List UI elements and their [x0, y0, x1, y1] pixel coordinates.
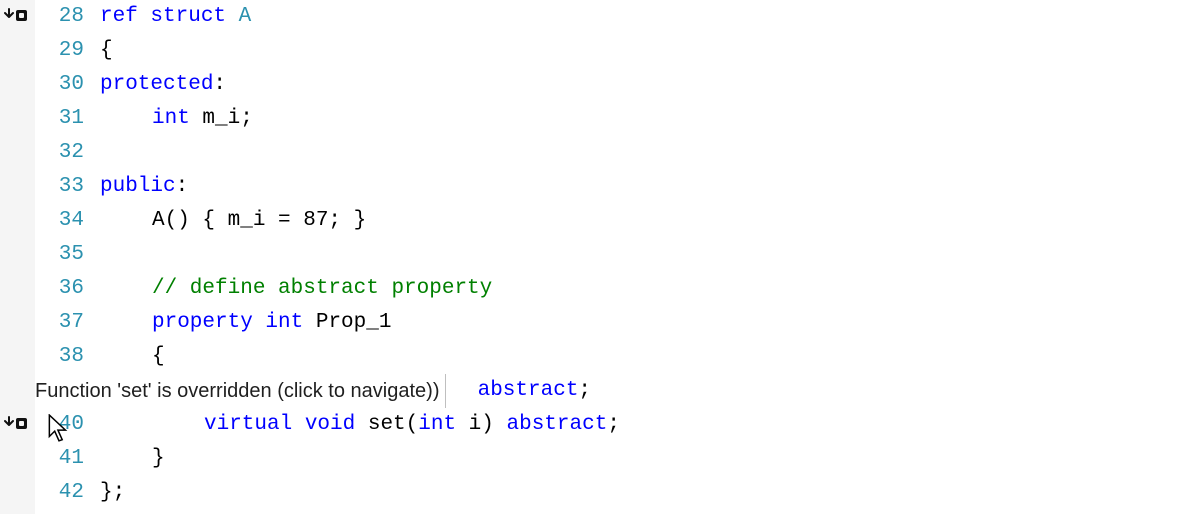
code-token: protected	[100, 73, 213, 96]
code-token: // define abstract property	[152, 277, 492, 300]
code-editor[interactable]: 282930313233343536373839404142 ref struc…	[0, 0, 1200, 514]
code-token: ref struct	[100, 5, 226, 28]
glyph-margin[interactable]	[0, 0, 35, 514]
code-line[interactable]: }	[100, 442, 1200, 476]
override-marker-icon[interactable]	[4, 7, 32, 25]
code-token: A	[239, 5, 252, 28]
code-token: public	[100, 175, 176, 198]
line-number: 31	[35, 102, 84, 136]
code-token: int	[152, 107, 190, 130]
code-line[interactable]: virtual void set(int i) abstract;	[100, 408, 1200, 442]
code-token: abstract	[506, 413, 607, 436]
code-token: A() { m_i = 87; }	[152, 209, 366, 232]
line-number: 40	[35, 408, 84, 442]
line-number: 35	[35, 238, 84, 272]
code-token: {	[100, 39, 113, 62]
code-line[interactable]	[100, 238, 1200, 272]
code-line[interactable]: {	[100, 34, 1200, 68]
code-token: :	[213, 73, 226, 96]
line-number: 32	[35, 136, 84, 170]
code-line[interactable]: {	[100, 340, 1200, 374]
code-line[interactable]: A() { m_i = 87; }	[100, 204, 1200, 238]
line-number: 33	[35, 170, 84, 204]
code-token: }	[152, 447, 165, 470]
line-number: 36	[35, 272, 84, 306]
code-token	[226, 5, 239, 28]
override-marker-icon[interactable]	[4, 415, 32, 433]
line-number: 38	[35, 340, 84, 374]
code-token: abstract	[465, 379, 578, 402]
code-line[interactable]: int m_i;	[100, 102, 1200, 136]
code-token: Prop_1	[303, 311, 391, 334]
code-token: i)	[456, 413, 506, 436]
override-tooltip[interactable]: Function 'set' is overridden (click to n…	[35, 374, 446, 408]
code-line[interactable]: public:	[100, 170, 1200, 204]
code-token: ;	[578, 379, 591, 402]
code-token: m_i;	[190, 107, 253, 130]
code-line[interactable]: // define abstract property	[100, 272, 1200, 306]
code-line[interactable]: ref struct A	[100, 0, 1200, 34]
code-token: {	[152, 345, 165, 368]
line-number: 41	[35, 442, 84, 476]
code-line[interactable]: property int Prop_1	[100, 306, 1200, 340]
code-line[interactable]	[100, 136, 1200, 170]
code-token: :	[176, 175, 189, 198]
line-number: 37	[35, 306, 84, 340]
code-token: virtual void	[204, 413, 355, 436]
code-line[interactable]: protected:	[100, 68, 1200, 102]
code-line[interactable]: };	[100, 476, 1200, 510]
code-area[interactable]: ref struct A{protected:int m_i;public:A(…	[100, 0, 1200, 514]
code-token: ;	[607, 413, 620, 436]
line-number-column: 282930313233343536373839404142	[35, 0, 100, 514]
code-token: set(	[355, 413, 418, 436]
code-token: property int	[152, 311, 303, 334]
line-number: 42	[35, 476, 84, 510]
line-number: 28	[35, 0, 84, 34]
code-token: int	[418, 413, 456, 436]
code-token: };	[100, 481, 125, 504]
line-number: 30	[35, 68, 84, 102]
line-number: 34	[35, 204, 84, 238]
line-number: 29	[35, 34, 84, 68]
